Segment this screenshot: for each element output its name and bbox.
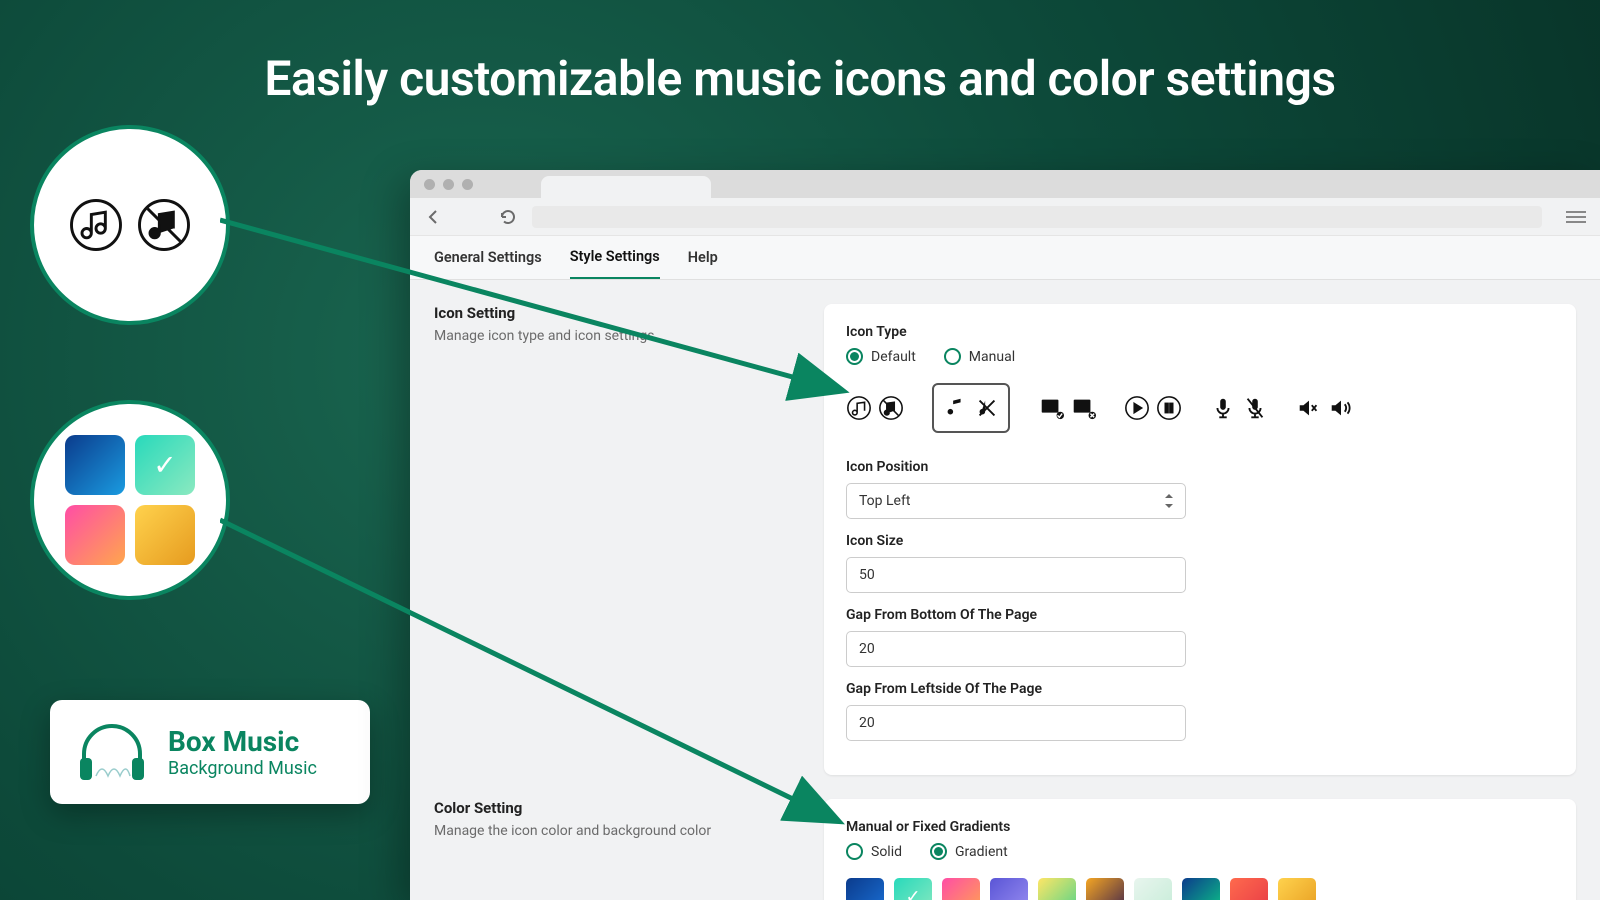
label-gap-bottom: Gap From Bottom Of The Page bbox=[846, 607, 1554, 623]
app-tab-style-settings[interactable]: Style Settings bbox=[570, 236, 660, 279]
gradient-swatch-5[interactable] bbox=[1086, 878, 1124, 900]
card-icon-setting: Icon Type Default Manual bbox=[824, 304, 1576, 775]
icon-style-option-1[interactable] bbox=[846, 383, 904, 433]
gradient-swatch-8[interactable] bbox=[1230, 878, 1268, 900]
gradient-swatch-6[interactable] bbox=[1134, 878, 1172, 900]
input-gap-bottom[interactable]: 20 bbox=[846, 631, 1186, 667]
browser-window: General Settings Style Settings Help Icon … bbox=[410, 170, 1600, 900]
radio-fill-type-gradient[interactable]: Gradient bbox=[930, 843, 1008, 860]
icon-style-option-3[interactable] bbox=[1038, 383, 1096, 433]
section-subtitle-color: Manage the icon color and background col… bbox=[434, 823, 800, 839]
back-button[interactable] bbox=[424, 207, 444, 227]
label-icon-position: Icon Position bbox=[846, 459, 1554, 475]
bubble-swatch-2 bbox=[65, 505, 125, 565]
gradient-swatch-0[interactable] bbox=[846, 878, 884, 900]
icon-style-option-5[interactable] bbox=[1210, 383, 1268, 433]
icon-style-option-2[interactable] bbox=[932, 383, 1010, 433]
label-icon-size: Icon Size bbox=[846, 533, 1554, 549]
brand-name: Box Music bbox=[168, 725, 317, 758]
input-gap-left[interactable]: 20 bbox=[846, 705, 1186, 741]
music-note-circle-icon bbox=[68, 197, 124, 253]
app-tabs: General Settings Style Settings Help bbox=[410, 236, 1600, 280]
section-title-color: Color Setting bbox=[434, 799, 800, 817]
radio-fill-type-solid[interactable]: Solid bbox=[846, 843, 902, 860]
radio-icon-type-default[interactable]: Default bbox=[846, 348, 916, 365]
hero-title: Easily customizable music icons and colo… bbox=[0, 50, 1600, 107]
url-input[interactable] bbox=[532, 206, 1542, 228]
traffic-light-close[interactable] bbox=[424, 179, 435, 190]
gradient-swatch-2[interactable] bbox=[942, 878, 980, 900]
brand-card: Box Music Background Music bbox=[50, 700, 370, 804]
icon-style-row bbox=[846, 383, 1554, 433]
browser-tab[interactable] bbox=[541, 176, 711, 198]
reload-icon bbox=[499, 208, 517, 226]
music-note-off-circle-icon bbox=[136, 197, 192, 253]
chevron-left-icon bbox=[425, 208, 443, 226]
gradient-swatch-1[interactable]: ✓ bbox=[894, 878, 932, 900]
radio-icon-type-manual[interactable]: Manual bbox=[944, 348, 1015, 365]
headphones-icon bbox=[74, 720, 150, 784]
icon-style-option-4[interactable] bbox=[1124, 383, 1182, 433]
card-color-setting: Manual or Fixed Gradients SolidGradient … bbox=[824, 799, 1576, 900]
gradient-swatch-3[interactable] bbox=[990, 878, 1028, 900]
bubble-swatch-3 bbox=[135, 505, 195, 565]
label-gap-left: Gap From Leftside Of The Page bbox=[846, 681, 1554, 697]
section-subtitle-icon: Manage icon type and icon settings bbox=[434, 328, 800, 344]
bubble-swatch-0 bbox=[65, 435, 125, 495]
traffic-light-max[interactable] bbox=[462, 179, 473, 190]
feature-bubble-icons bbox=[30, 125, 230, 325]
app-tab-general-settings[interactable]: General Settings bbox=[434, 237, 542, 278]
input-icon-size[interactable]: 50 bbox=[846, 557, 1186, 593]
bubble-swatch-1: ✓ bbox=[135, 435, 195, 495]
gradient-swatch-7[interactable] bbox=[1182, 878, 1220, 900]
reload-button[interactable] bbox=[498, 207, 518, 227]
gradient-swatch-4[interactable] bbox=[1038, 878, 1076, 900]
icon-style-option-6[interactable] bbox=[1296, 383, 1354, 433]
gradient-swatch-row: ✓ bbox=[846, 878, 1554, 900]
traffic-light-min[interactable] bbox=[443, 179, 454, 190]
feature-bubble-colors: ✓ bbox=[30, 400, 230, 600]
gradient-swatch-9[interactable] bbox=[1278, 878, 1316, 900]
app-tab-help[interactable]: Help bbox=[688, 237, 718, 278]
hamburger-menu[interactable] bbox=[1566, 211, 1586, 223]
select-icon-position[interactable]: Top Left bbox=[846, 483, 1186, 519]
label-icon-type: Icon Type bbox=[846, 324, 1554, 340]
label-fill-type: Manual or Fixed Gradients bbox=[846, 819, 1554, 835]
brand-tagline: Background Music bbox=[168, 758, 317, 779]
browser-toolbar bbox=[410, 198, 1600, 236]
browser-tab-bar bbox=[410, 170, 1600, 198]
section-color-setting: Color Setting Manage the icon color and … bbox=[434, 799, 1576, 900]
section-icon-setting: Icon Setting Manage icon type and icon s… bbox=[434, 304, 1576, 775]
section-title-icon: Icon Setting bbox=[434, 304, 800, 322]
